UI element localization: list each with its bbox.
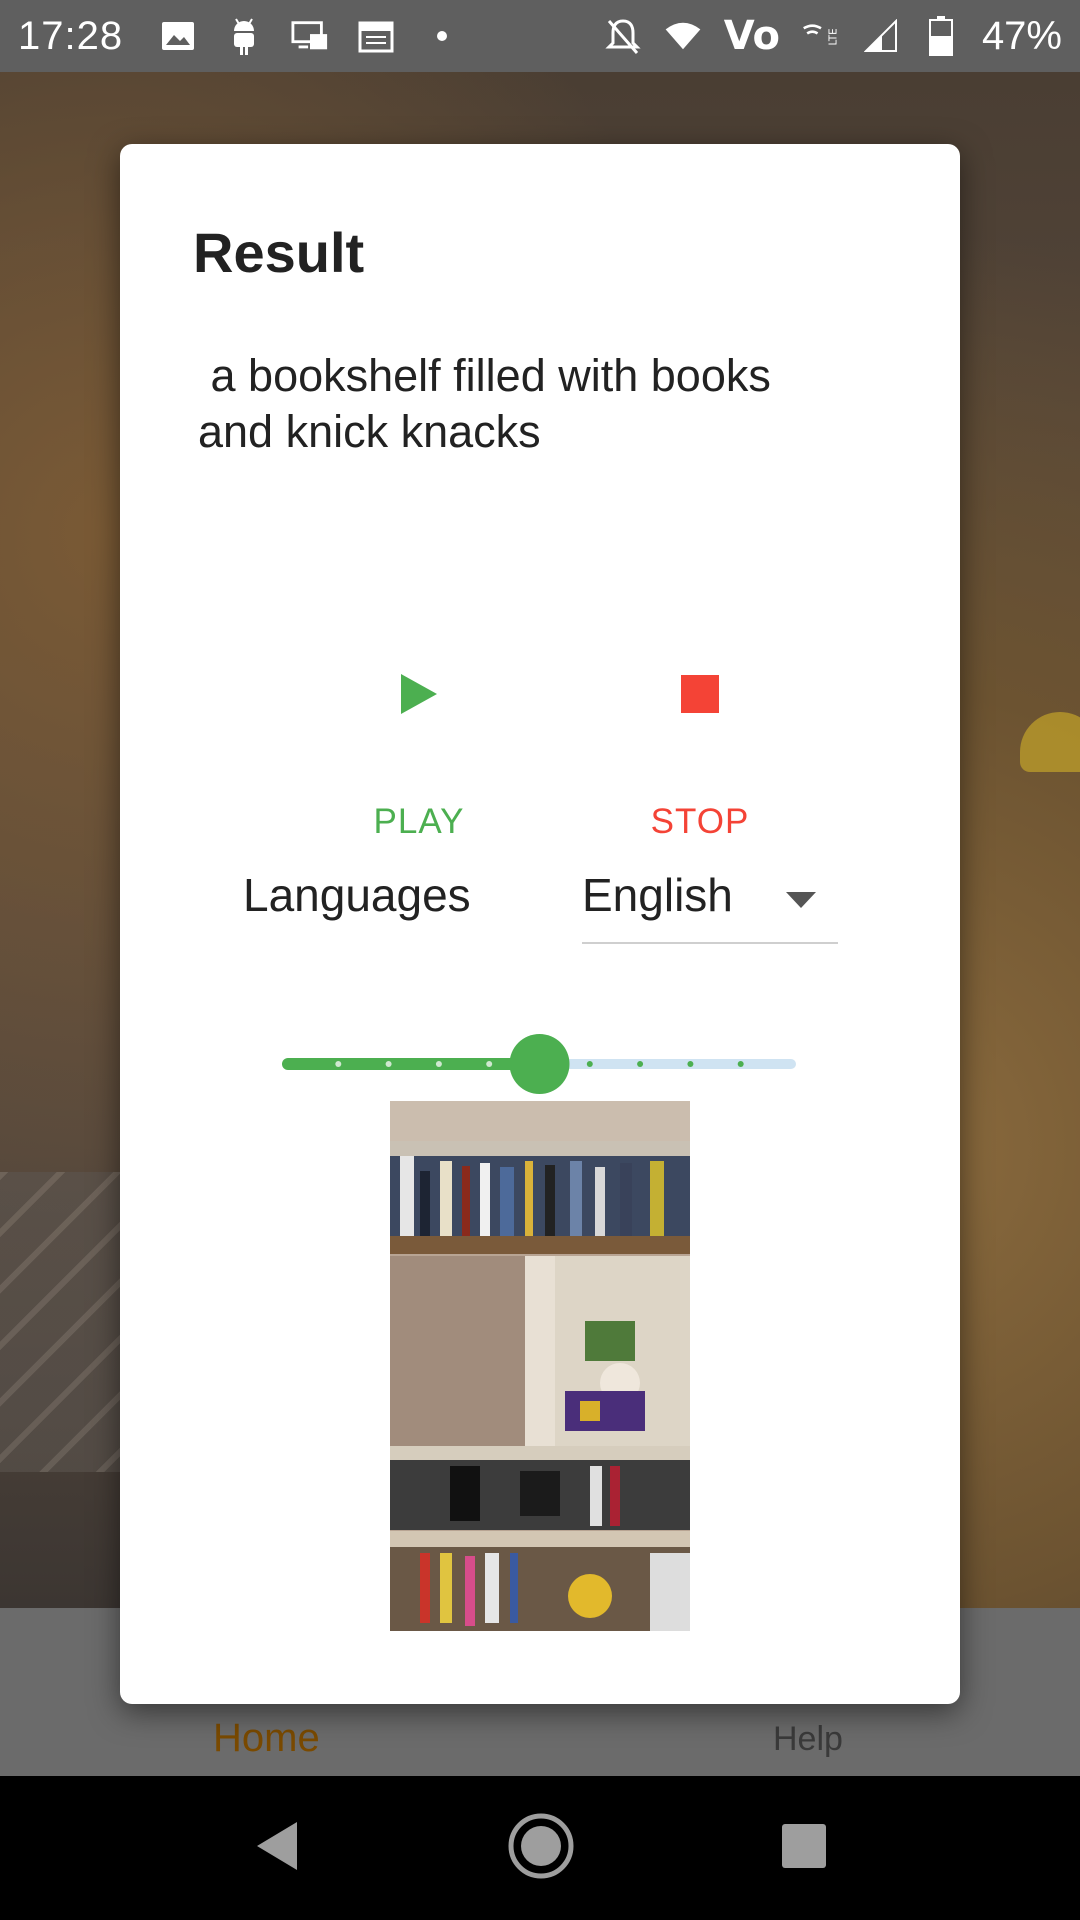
background-object (1020, 712, 1080, 772)
speech-rate-slider[interactable] (264, 1024, 824, 1104)
slider-tick (335, 1061, 342, 1067)
cell-signal-icon (862, 17, 900, 55)
slider-tick (687, 1061, 694, 1067)
notifications-off-icon (604, 17, 642, 55)
slider-tick (435, 1061, 442, 1067)
dropdown-arrow-icon (786, 892, 816, 913)
svg-text:LTE: LTE (827, 28, 839, 45)
play-button[interactable]: PLAY (319, 644, 519, 844)
slider-tick (385, 1061, 392, 1067)
cast-screen-icon (291, 17, 329, 55)
battery-percent: 47% (981, 13, 1062, 58)
slider-tick (586, 1061, 593, 1067)
dot-icon (423, 17, 461, 55)
slider-tick (737, 1061, 744, 1067)
home-button-icon[interactable] (507, 1812, 575, 1885)
nav-home[interactable]: Home (213, 1716, 320, 1761)
status-bar: 17:28 Vo LTE 47% (0, 0, 1080, 72)
stop-button[interactable]: STOP (600, 644, 800, 844)
nav-help[interactable]: Help (773, 1720, 843, 1759)
languages-label: Languages (243, 869, 471, 921)
slider-tick (486, 1061, 493, 1067)
stop-icon (670, 664, 730, 724)
battery-icon (922, 16, 960, 56)
volte-indicator: Vo (723, 13, 780, 59)
captured-photo (390, 1101, 690, 1631)
background-texture (0, 1172, 120, 1472)
slider-graphic (282, 1034, 796, 1094)
play-label: PLAY (373, 802, 465, 841)
recents-icon[interactable] (781, 1823, 827, 1874)
dialog-title: Result (193, 221, 365, 284)
stop-label: STOP (650, 802, 750, 841)
system-nav-bar (0, 1776, 1080, 1920)
slider-tick (637, 1061, 644, 1067)
android-icon (225, 17, 263, 55)
result-dialog: Result a bookshelf filled with books and… (120, 144, 960, 1704)
lte-signal-icon: LTE (802, 17, 840, 55)
back-icon[interactable] (253, 1820, 301, 1877)
result-caption: a bookshelf filled with books and knick … (198, 350, 771, 457)
language-selected-value: English (582, 869, 733, 921)
wifi-icon (664, 17, 702, 55)
bookshelf-photo (390, 1101, 690, 1631)
play-icon (389, 664, 449, 724)
image-icon (159, 17, 197, 55)
language-dropdown[interactable]: English (582, 858, 838, 944)
status-time: 17:28 (18, 13, 124, 58)
calendar-icon (357, 17, 395, 55)
system-icons: Vo LTE 47% (604, 13, 1062, 59)
slider-thumb[interactable] (509, 1034, 570, 1094)
notification-icons (159, 17, 461, 55)
